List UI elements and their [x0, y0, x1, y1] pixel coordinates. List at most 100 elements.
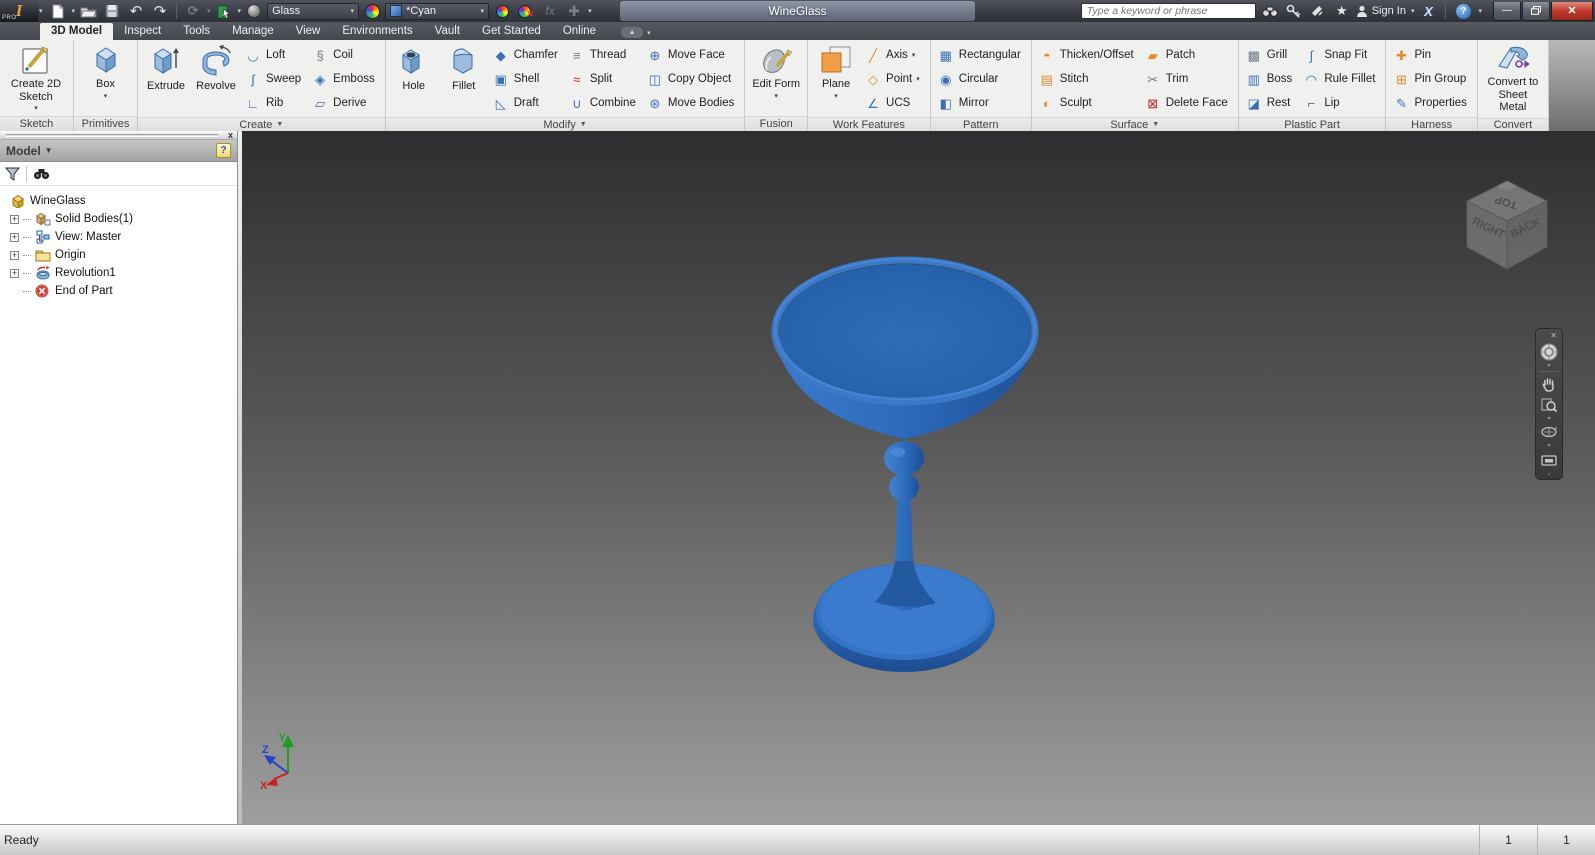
adjust-appearance-icon[interactable] — [491, 2, 513, 20]
look-at-icon[interactable] — [1536, 450, 1562, 470]
tree-item-revolution1[interactable]: + Revolution1 — [2, 264, 235, 282]
select-button[interactable] — [213, 2, 235, 20]
browser-header-caret-icon[interactable]: ▼ — [45, 146, 53, 155]
tab-tools[interactable]: Tools — [172, 23, 221, 40]
grill-button[interactable]: Grill — [1243, 43, 1299, 67]
restore-button[interactable] — [1522, 1, 1550, 21]
delete-face-button[interactable]: Delete Face — [1142, 91, 1234, 115]
navbar-more-caret-icon[interactable]: ⌄ — [1546, 470, 1551, 477]
tree-item-view-master[interactable]: + View: Master — [2, 228, 235, 246]
ribbon-collapse-button[interactable]: ▲ ▾ — [621, 27, 651, 38]
combine-button[interactable]: Combine — [566, 91, 642, 115]
key-icon[interactable] — [1284, 2, 1304, 20]
fillet-button[interactable]: Fillet — [440, 42, 488, 95]
help-button[interactable]: ? — [1453, 2, 1473, 20]
panel-label-work-features[interactable]: Work Features — [808, 117, 930, 131]
panel-label-modify[interactable]: Modify ▼ — [385, 117, 745, 131]
undo-button[interactable]: ↶ — [125, 2, 147, 20]
save-button[interactable] — [101, 2, 123, 20]
browser-splitter[interactable]: x — [0, 130, 237, 140]
tab-get-started[interactable]: Get Started — [471, 23, 552, 40]
find-binoculars-icon[interactable] — [33, 167, 50, 180]
tab-online[interactable]: Online — [552, 23, 607, 40]
close-button[interactable]: ✕ — [1551, 1, 1593, 21]
select-caret-icon[interactable]: ▾ — [238, 7, 242, 15]
update-caret-icon[interactable]: ▾ — [207, 7, 211, 15]
expand-icon[interactable]: + — [10, 214, 19, 224]
shell-button[interactable]: Shell — [490, 67, 564, 91]
tab-view[interactable]: View — [285, 23, 332, 40]
snap-fit-button[interactable]: Snap Fit — [1300, 43, 1381, 67]
tab-3d-model[interactable]: 3D Model — [40, 23, 114, 40]
rule-fillet-button[interactable]: Rule Fillet — [1300, 67, 1381, 91]
browser-help-icon[interactable]: ? — [216, 143, 231, 158]
tab-manage[interactable]: Manage — [221, 23, 285, 40]
hole-button[interactable]: Hole — [390, 42, 438, 95]
split-button[interactable]: Split — [566, 67, 642, 91]
zoom-caret-icon[interactable]: ▾ — [1547, 415, 1550, 422]
appearance-dropdown[interactable]: *Cyan ▾ — [385, 2, 490, 20]
viewport-3d[interactable]: TOP RIGHT BACK ✕ ▾ ▾ ▾ ⌄ Y Z X — [242, 131, 1595, 824]
satellite-icon[interactable] — [1308, 2, 1328, 20]
add-quick-access-icon[interactable]: ✚ — [563, 2, 585, 20]
expand-icon[interactable]: + — [10, 268, 19, 278]
sign-in-button[interactable]: Sign In ▾ — [1356, 5, 1414, 18]
tab-vault[interactable]: Vault — [424, 23, 471, 40]
panel-label-fusion[interactable]: Fusion — [745, 116, 808, 131]
navbar-caret-icon[interactable]: ▾ — [1547, 362, 1550, 369]
panel-label-surface[interactable]: Surface ▼ — [1031, 117, 1238, 131]
color-wheel-icon[interactable] — [361, 2, 383, 20]
splitter-grab[interactable] — [6, 133, 218, 137]
panel-label-create[interactable]: Create ▼ — [138, 117, 385, 131]
convert-to-sheet-metal-button[interactable]: Convert to Sheet Metal — [1482, 42, 1544, 116]
help-caret-icon[interactable]: ▾ — [1478, 7, 1482, 15]
panel-label-pattern[interactable]: Pattern — [930, 117, 1031, 131]
chamfer-button[interactable]: Chamfer — [490, 43, 564, 67]
sweep-button[interactable]: Sweep — [242, 67, 307, 91]
panel-label-convert[interactable]: Convert — [1477, 117, 1548, 131]
pin-group-button[interactable]: Pin Group — [1390, 67, 1472, 91]
lip-button[interactable]: Lip — [1300, 91, 1381, 115]
properties-button[interactable]: Properties — [1390, 91, 1472, 115]
tab-environments[interactable]: Environments — [331, 23, 423, 40]
exchange-apps-icon[interactable]: X — [1418, 2, 1438, 20]
panel-label-harness[interactable]: Harness — [1386, 117, 1477, 131]
expand-icon[interactable]: + — [10, 250, 19, 260]
extrude-button[interactable]: Extrude — [142, 42, 190, 95]
loft-button[interactable]: Loft — [242, 43, 307, 67]
emboss-button[interactable]: Emboss — [309, 67, 381, 91]
qat-customize-caret-icon[interactable]: ▾ — [588, 7, 592, 15]
new-file-button[interactable] — [47, 2, 69, 20]
tree-item-origin[interactable]: + Origin — [2, 246, 235, 264]
stitch-button[interactable]: Stitch — [1036, 67, 1140, 91]
tab-inspect[interactable]: Inspect — [113, 23, 172, 40]
edit-form-button[interactable]: Edit Form ▾ — [749, 42, 803, 102]
material-sphere-icon[interactable] — [243, 2, 265, 20]
point-button[interactable]: Point▾ — [862, 67, 926, 91]
favorites-star-icon[interactable]: ★ — [1332, 2, 1352, 20]
boss-button[interactable]: Boss — [1243, 67, 1299, 91]
new-file-caret-icon[interactable]: ▾ — [72, 7, 76, 15]
zoom-icon[interactable] — [1536, 395, 1562, 415]
browser-close-icon[interactable]: x — [224, 130, 237, 140]
help-search-input[interactable] — [1080, 3, 1256, 19]
tree-item-solid-bodies[interactable]: + Solid Bodies(1) — [2, 210, 235, 228]
plane-button[interactable]: Plane ▾ — [812, 42, 860, 102]
rectangular-pattern-button[interactable]: Rectangular — [935, 43, 1027, 67]
thicken-offset-button[interactable]: Thicken/Offset — [1036, 43, 1140, 67]
rib-button[interactable]: Rib — [242, 91, 307, 115]
circular-pattern-button[interactable]: Circular — [935, 67, 1027, 91]
thread-button[interactable]: Thread — [566, 43, 642, 67]
wineglass-model[interactable] — [242, 131, 1595, 824]
mirror-button[interactable]: Mirror — [935, 91, 1027, 115]
orbit-icon[interactable] — [1536, 422, 1562, 442]
coil-button[interactable]: Coil — [309, 43, 381, 67]
draft-button[interactable]: Draft — [490, 91, 564, 115]
pin-button[interactable]: Pin — [1390, 43, 1472, 67]
orbit-caret-icon[interactable]: ▾ — [1547, 442, 1550, 449]
axis-button[interactable]: Axis▾ — [862, 43, 926, 67]
ucs-button[interactable]: UCS — [862, 91, 926, 115]
move-face-button[interactable]: Move Face — [644, 43, 740, 67]
pan-hand-icon[interactable] — [1536, 374, 1562, 394]
derive-button[interactable]: Derive — [309, 91, 381, 115]
